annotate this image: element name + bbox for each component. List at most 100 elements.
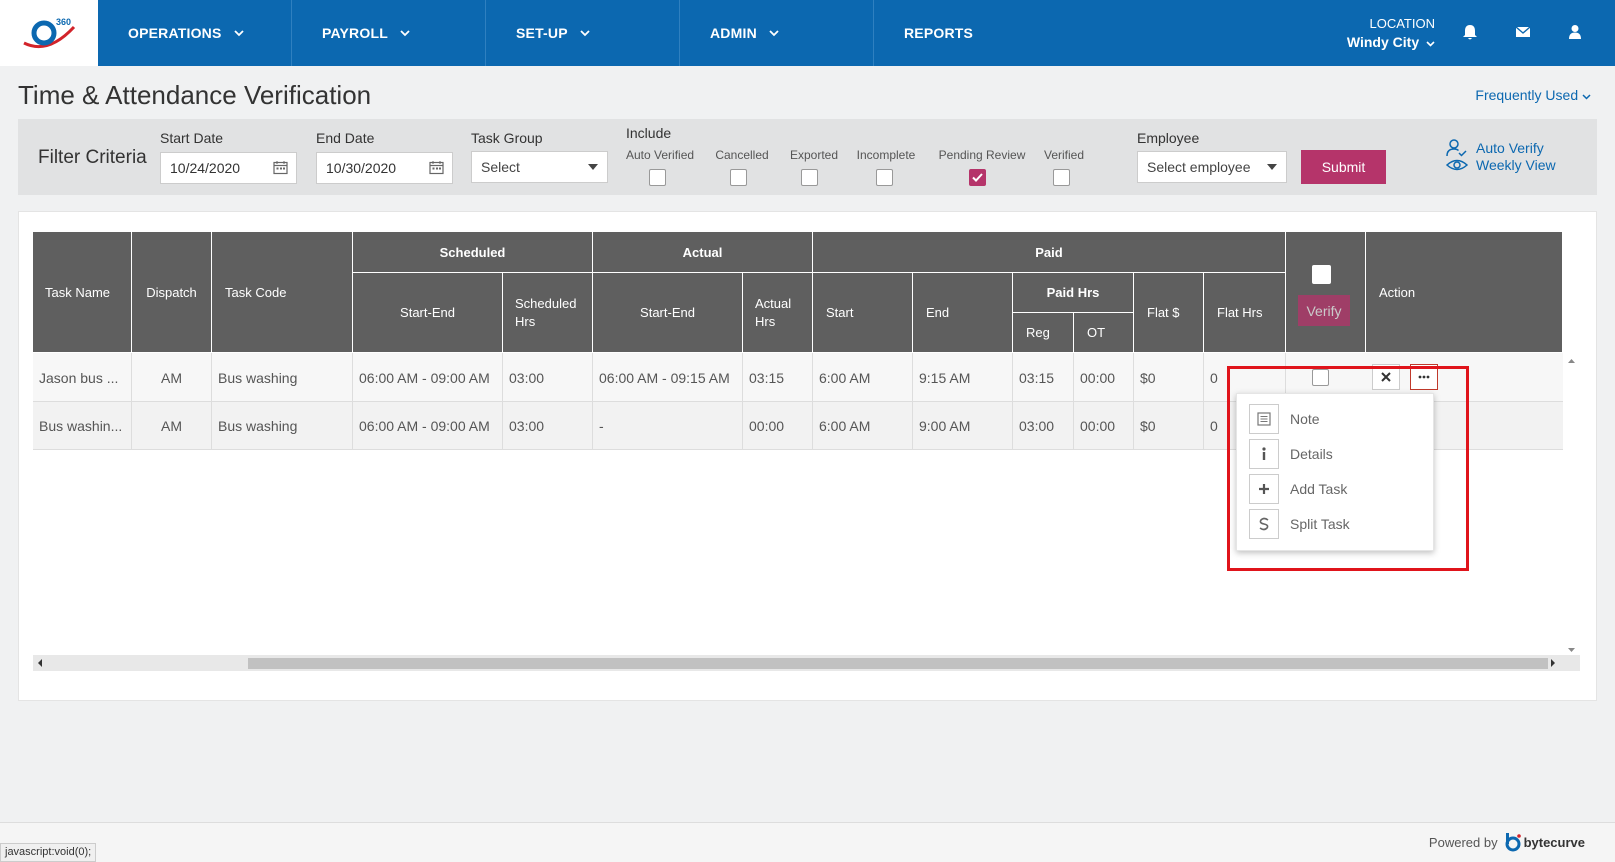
nav-label: OPERATIONS xyxy=(128,25,222,41)
user-icon[interactable] xyxy=(1565,22,1585,42)
cell-ot: 00:00 xyxy=(1074,353,1134,402)
group-scheduled: Scheduled xyxy=(353,232,593,273)
user-check-icon xyxy=(1446,139,1467,157)
start-date-value: 10/24/2020 xyxy=(170,160,241,176)
employee-value: Select employee xyxy=(1147,159,1251,175)
chevron-down-icon xyxy=(233,29,244,36)
col-dispatch[interactable]: Dispatch xyxy=(132,232,212,353)
calendar-icon[interactable] xyxy=(429,160,444,175)
cell-scheduled: 06:00 AM - 09:00 AM xyxy=(353,353,503,402)
cell-actual-hrs: 03:15 xyxy=(743,353,813,402)
location-selector[interactable]: LOCATION Windy City xyxy=(1347,14,1435,52)
chevron-down-icon xyxy=(769,29,779,36)
col-scheduled-hrs[interactable]: Scheduled Hrs xyxy=(503,273,593,353)
top-navigation-bar: 360 OPERATIONS PAYROLL SET-UP ADMIN REPO… xyxy=(0,0,1615,66)
cell-ot: 00:00 xyxy=(1074,402,1134,450)
start-date-input[interactable]: 10/24/2020 xyxy=(160,152,297,184)
powered-by-label: Powered by xyxy=(1428,834,1498,850)
dropdown-arrow-icon xyxy=(1267,164,1277,170)
page-title: Time & Attendance Verification xyxy=(18,80,372,110)
scroll-up-icon[interactable] xyxy=(1563,356,1580,366)
horizontal-scroll-thumb[interactable] xyxy=(248,658,1548,669)
bytecurve-logo-icon xyxy=(1505,833,1521,852)
col-end[interactable]: End xyxy=(913,273,1013,353)
employee-select[interactable]: Select employee xyxy=(1137,151,1287,183)
auto-verify-link[interactable]: Auto Verify xyxy=(1446,138,1544,158)
include-cancelled-label: Cancelled xyxy=(715,148,769,162)
include-cancelled-checkbox[interactable] xyxy=(730,169,747,186)
cell-scheduled-hrs: 03:00 xyxy=(503,402,593,450)
group-paid: Paid xyxy=(813,232,1286,273)
nav-label: PAYROLL xyxy=(322,25,388,41)
bell-icon[interactable] xyxy=(1460,22,1480,42)
include-incomplete-checkbox[interactable] xyxy=(876,169,893,186)
filter-title: Filter Criteria xyxy=(38,147,147,168)
nav-label: SET-UP xyxy=(516,25,568,41)
nav-reports[interactable]: REPORTS xyxy=(874,0,1014,66)
col-start[interactable]: Start xyxy=(813,273,913,353)
include-label: Include xyxy=(626,125,672,141)
col-task-code[interactable]: Task Code xyxy=(212,232,353,353)
cell-actual-hrs: 00:00 xyxy=(743,402,813,450)
include-auto-verified-checkbox[interactable] xyxy=(649,169,666,186)
cell-reg: 03:00 xyxy=(1013,402,1074,450)
include-verified-label: Verified xyxy=(1043,148,1085,162)
col-task-name[interactable]: Task Name xyxy=(33,232,132,353)
col-action: Action xyxy=(1366,232,1563,353)
cell-actual: - xyxy=(593,402,743,450)
col-actual-start-end[interactable]: Start-End xyxy=(593,273,743,353)
include-exported-checkbox[interactable] xyxy=(801,169,818,186)
col-reg[interactable]: Reg xyxy=(1013,313,1074,353)
bytecurve-brand: bytecurve xyxy=(1523,834,1585,850)
nav-setup[interactable]: SET-UP xyxy=(486,0,680,66)
nav-operations[interactable]: OPERATIONS xyxy=(98,0,292,66)
weekly-view-link[interactable]: Weekly View xyxy=(1446,157,1556,173)
end-date-value: 10/30/2020 xyxy=(326,160,397,176)
chevron-down-icon xyxy=(580,29,590,36)
highlight-box xyxy=(1227,366,1469,571)
include-verified-checkbox[interactable] xyxy=(1053,169,1070,186)
footer xyxy=(0,822,1615,862)
logo-icon: 360 xyxy=(23,17,76,48)
cell-task-code: Bus washing xyxy=(212,402,353,450)
col-ot[interactable]: OT xyxy=(1074,313,1134,353)
nav-label: ADMIN xyxy=(710,25,757,41)
calendar-icon[interactable] xyxy=(273,160,288,175)
col-scheduled-start-end[interactable]: Start-End xyxy=(353,273,503,353)
cell-task-code: Bus washing xyxy=(212,353,353,402)
scroll-down-icon[interactable] xyxy=(1563,645,1580,655)
select-all-checkbox[interactable] xyxy=(1312,265,1331,284)
vertical-scrollbar[interactable] xyxy=(1563,353,1580,655)
location-label: LOCATION xyxy=(1369,16,1436,31)
scroll-left-icon[interactable] xyxy=(35,655,45,671)
verify-button[interactable]: Verify xyxy=(1298,295,1350,326)
dropdown-arrow-icon xyxy=(588,164,598,170)
col-actual-hrs[interactable]: Actual Hrs xyxy=(743,273,813,353)
app-logo[interactable]: 360 xyxy=(0,0,98,66)
include-pending-review-checkbox[interactable] xyxy=(969,169,986,186)
include-incomplete-label: Incomplete xyxy=(856,148,916,162)
col-flat-dollar[interactable]: Flat $ xyxy=(1134,273,1204,353)
mail-icon[interactable] xyxy=(1513,22,1533,42)
scroll-right-icon[interactable] xyxy=(1548,655,1558,671)
cell-dispatch: AM xyxy=(132,402,212,450)
weekly-view-label: Weekly View xyxy=(1476,157,1556,173)
nav-admin[interactable]: ADMIN xyxy=(680,0,874,66)
cell-dispatch: AM xyxy=(132,353,212,402)
group-actual: Actual xyxy=(593,232,813,273)
cell-flat-dollar: $0 xyxy=(1134,402,1204,450)
frequently-used-link[interactable]: Frequently Used xyxy=(1475,87,1591,103)
task-group-label: Task Group xyxy=(471,130,543,146)
employee-label: Employee xyxy=(1137,130,1200,146)
status-bar-url: javascript:void(0); xyxy=(0,843,97,862)
include-pending-review-label: Pending Review xyxy=(938,148,1026,162)
logo-badge: 360 xyxy=(56,17,71,27)
chevron-down-icon xyxy=(400,29,410,36)
task-group-select[interactable]: Select xyxy=(471,151,608,183)
nav-payroll[interactable]: PAYROLL xyxy=(292,0,486,66)
submit-button[interactable]: Submit xyxy=(1301,150,1386,184)
col-flat-hrs[interactable]: Flat Hrs xyxy=(1204,273,1286,353)
cell-task-name: Bus washin... xyxy=(33,402,132,450)
end-date-input[interactable]: 10/30/2020 xyxy=(316,152,453,184)
cell-end: 9:00 AM xyxy=(913,402,1013,450)
